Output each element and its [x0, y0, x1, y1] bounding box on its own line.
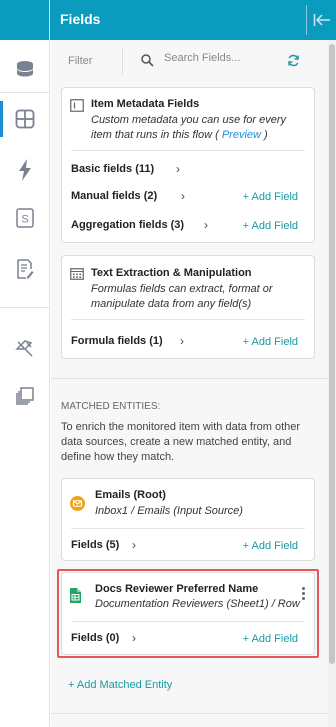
filter-bar: Filter	[51, 40, 328, 84]
panel-scrollbar[interactable]	[328, 40, 336, 727]
bolt-icon[interactable]	[0, 150, 50, 190]
item-metadata-title: Item Metadata Fields	[91, 98, 200, 110]
text-field-icon	[70, 99, 84, 112]
matched-entities-heading: MATCHED ENTITIES:	[61, 401, 161, 412]
manual-fields-row[interactable]: Manual fields (2)	[71, 190, 157, 202]
refresh-icon[interactable]	[287, 54, 300, 67]
panel-title: Fields	[60, 11, 101, 27]
stack-icon[interactable]	[0, 376, 50, 416]
selection-highlight	[57, 569, 319, 658]
add-manual-field-button[interactable]: + Add Field	[243, 191, 298, 203]
grid-icon[interactable]	[0, 99, 50, 139]
scrollbar-thumb[interactable]	[329, 44, 335, 664]
email-icon	[70, 496, 85, 511]
pin-icon[interactable]	[0, 328, 50, 368]
add-email-field-button[interactable]: + Add Field	[243, 540, 298, 552]
filter-divider	[122, 48, 123, 74]
svg-text:S: S	[21, 214, 28, 226]
search-icon	[141, 54, 154, 67]
filter-label[interactable]: Filter	[68, 55, 92, 67]
add-matched-entity-button[interactable]: + Add Matched Entity	[68, 679, 172, 691]
emails-entity-subtitle: Inbox1 / Emails (Input Source)	[95, 505, 243, 517]
item-metadata-desc-suffix: )	[260, 129, 268, 141]
preview-link[interactable]: Preview	[222, 129, 261, 141]
chevron-right-icon[interactable]: ›	[204, 218, 208, 232]
search-input[interactable]	[164, 52, 284, 64]
basic-fields-row[interactable]: Basic fields (11)	[71, 163, 154, 175]
chevron-right-icon[interactable]: ›	[181, 189, 185, 203]
item-metadata-description: Custom metadata you can use for every it…	[91, 113, 306, 143]
item-metadata-card: Item Metadata Fields Custom metadata you…	[61, 87, 315, 243]
s-box-icon[interactable]: S	[0, 198, 50, 238]
icon-rail: S	[0, 0, 50, 727]
emails-entity-card: Emails (Root) Inbox1 / Emails (Input Sou…	[61, 478, 315, 561]
matched-entities-description: To enrich the monitored item with data f…	[61, 421, 301, 463]
text-extraction-title: Text Extraction & Manipulation	[91, 267, 252, 279]
add-formula-field-button[interactable]: + Add Field	[243, 336, 298, 348]
add-aggregation-field-button[interactable]: + Add Field	[243, 220, 298, 232]
panel-header: Fields	[50, 0, 336, 40]
document-edit-icon[interactable]	[0, 249, 50, 289]
rail-header	[0, 0, 49, 40]
chevron-right-icon[interactable]: ›	[132, 538, 136, 552]
collapse-panel-button[interactable]	[306, 5, 336, 35]
chevron-right-icon[interactable]: ›	[180, 334, 184, 348]
arrow-left-bar-icon	[313, 14, 330, 26]
text-extraction-description: Formulas fields can extract, format or m…	[91, 283, 273, 310]
chevron-right-icon[interactable]: ›	[176, 162, 180, 176]
emails-fields-row[interactable]: Fields (5)	[71, 539, 119, 551]
aggregation-fields-row[interactable]: Aggregation fields (3)	[71, 219, 184, 231]
database-icon[interactable]	[0, 50, 50, 90]
formula-fields-row[interactable]: Formula fields (1)	[71, 335, 163, 347]
text-extraction-card: Text Extraction & Manipulation Formulas …	[61, 255, 315, 359]
calculator-icon	[70, 268, 84, 280]
emails-entity-title: Emails (Root)	[95, 489, 166, 501]
fields-panel: Filter Item Metadata Fields Custom metad…	[51, 40, 328, 727]
